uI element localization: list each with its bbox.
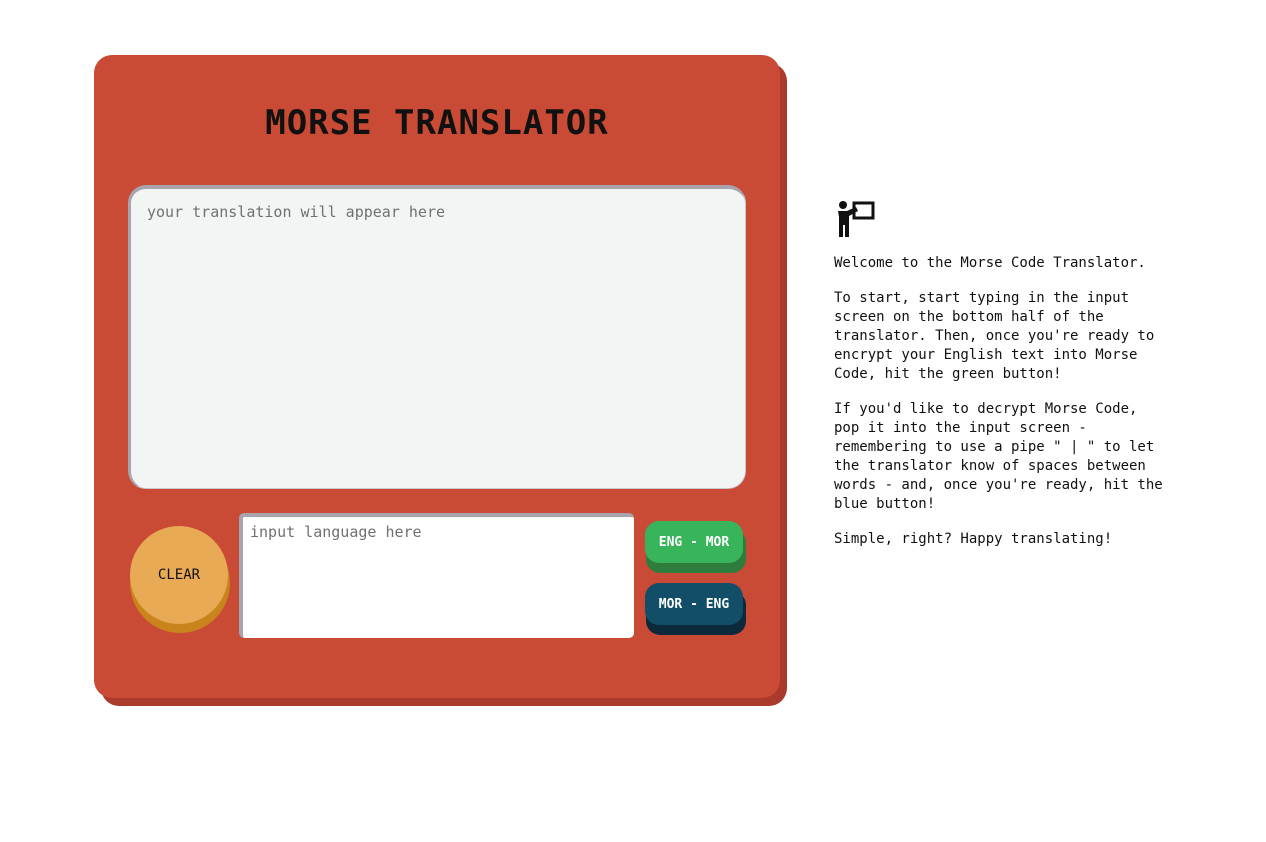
mor-to-eng-button[interactable]: MOR - ENG <box>645 583 743 625</box>
translator-device: MORSE TRANSLATOR your translation will a… <box>94 55 780 698</box>
input-field[interactable] <box>239 513 634 638</box>
eng-to-mor-button[interactable]: ENG - MOR <box>645 521 743 563</box>
output-placeholder: your translation will appear here <box>147 203 446 221</box>
clear-button[interactable]: CLEAR <box>130 526 228 624</box>
encrypt-instructions: To start, start typing in the input scre… <box>834 290 1155 382</box>
app-title: MORSE TRANSLATOR <box>265 103 609 143</box>
closing-text: Simple, right? Happy translating! <box>834 531 1113 547</box>
teacher-icon <box>838 201 875 237</box>
welcome-text: Welcome to the Morse Code Translator. <box>834 255 1146 271</box>
translation-output: your translation will appear here <box>128 185 746 489</box>
instructions-panel: Welcome to the Morse Code Translator. To… <box>834 200 1214 565</box>
decrypt-instructions: If you'd like to decrypt Morse Code, pop… <box>834 401 1163 512</box>
